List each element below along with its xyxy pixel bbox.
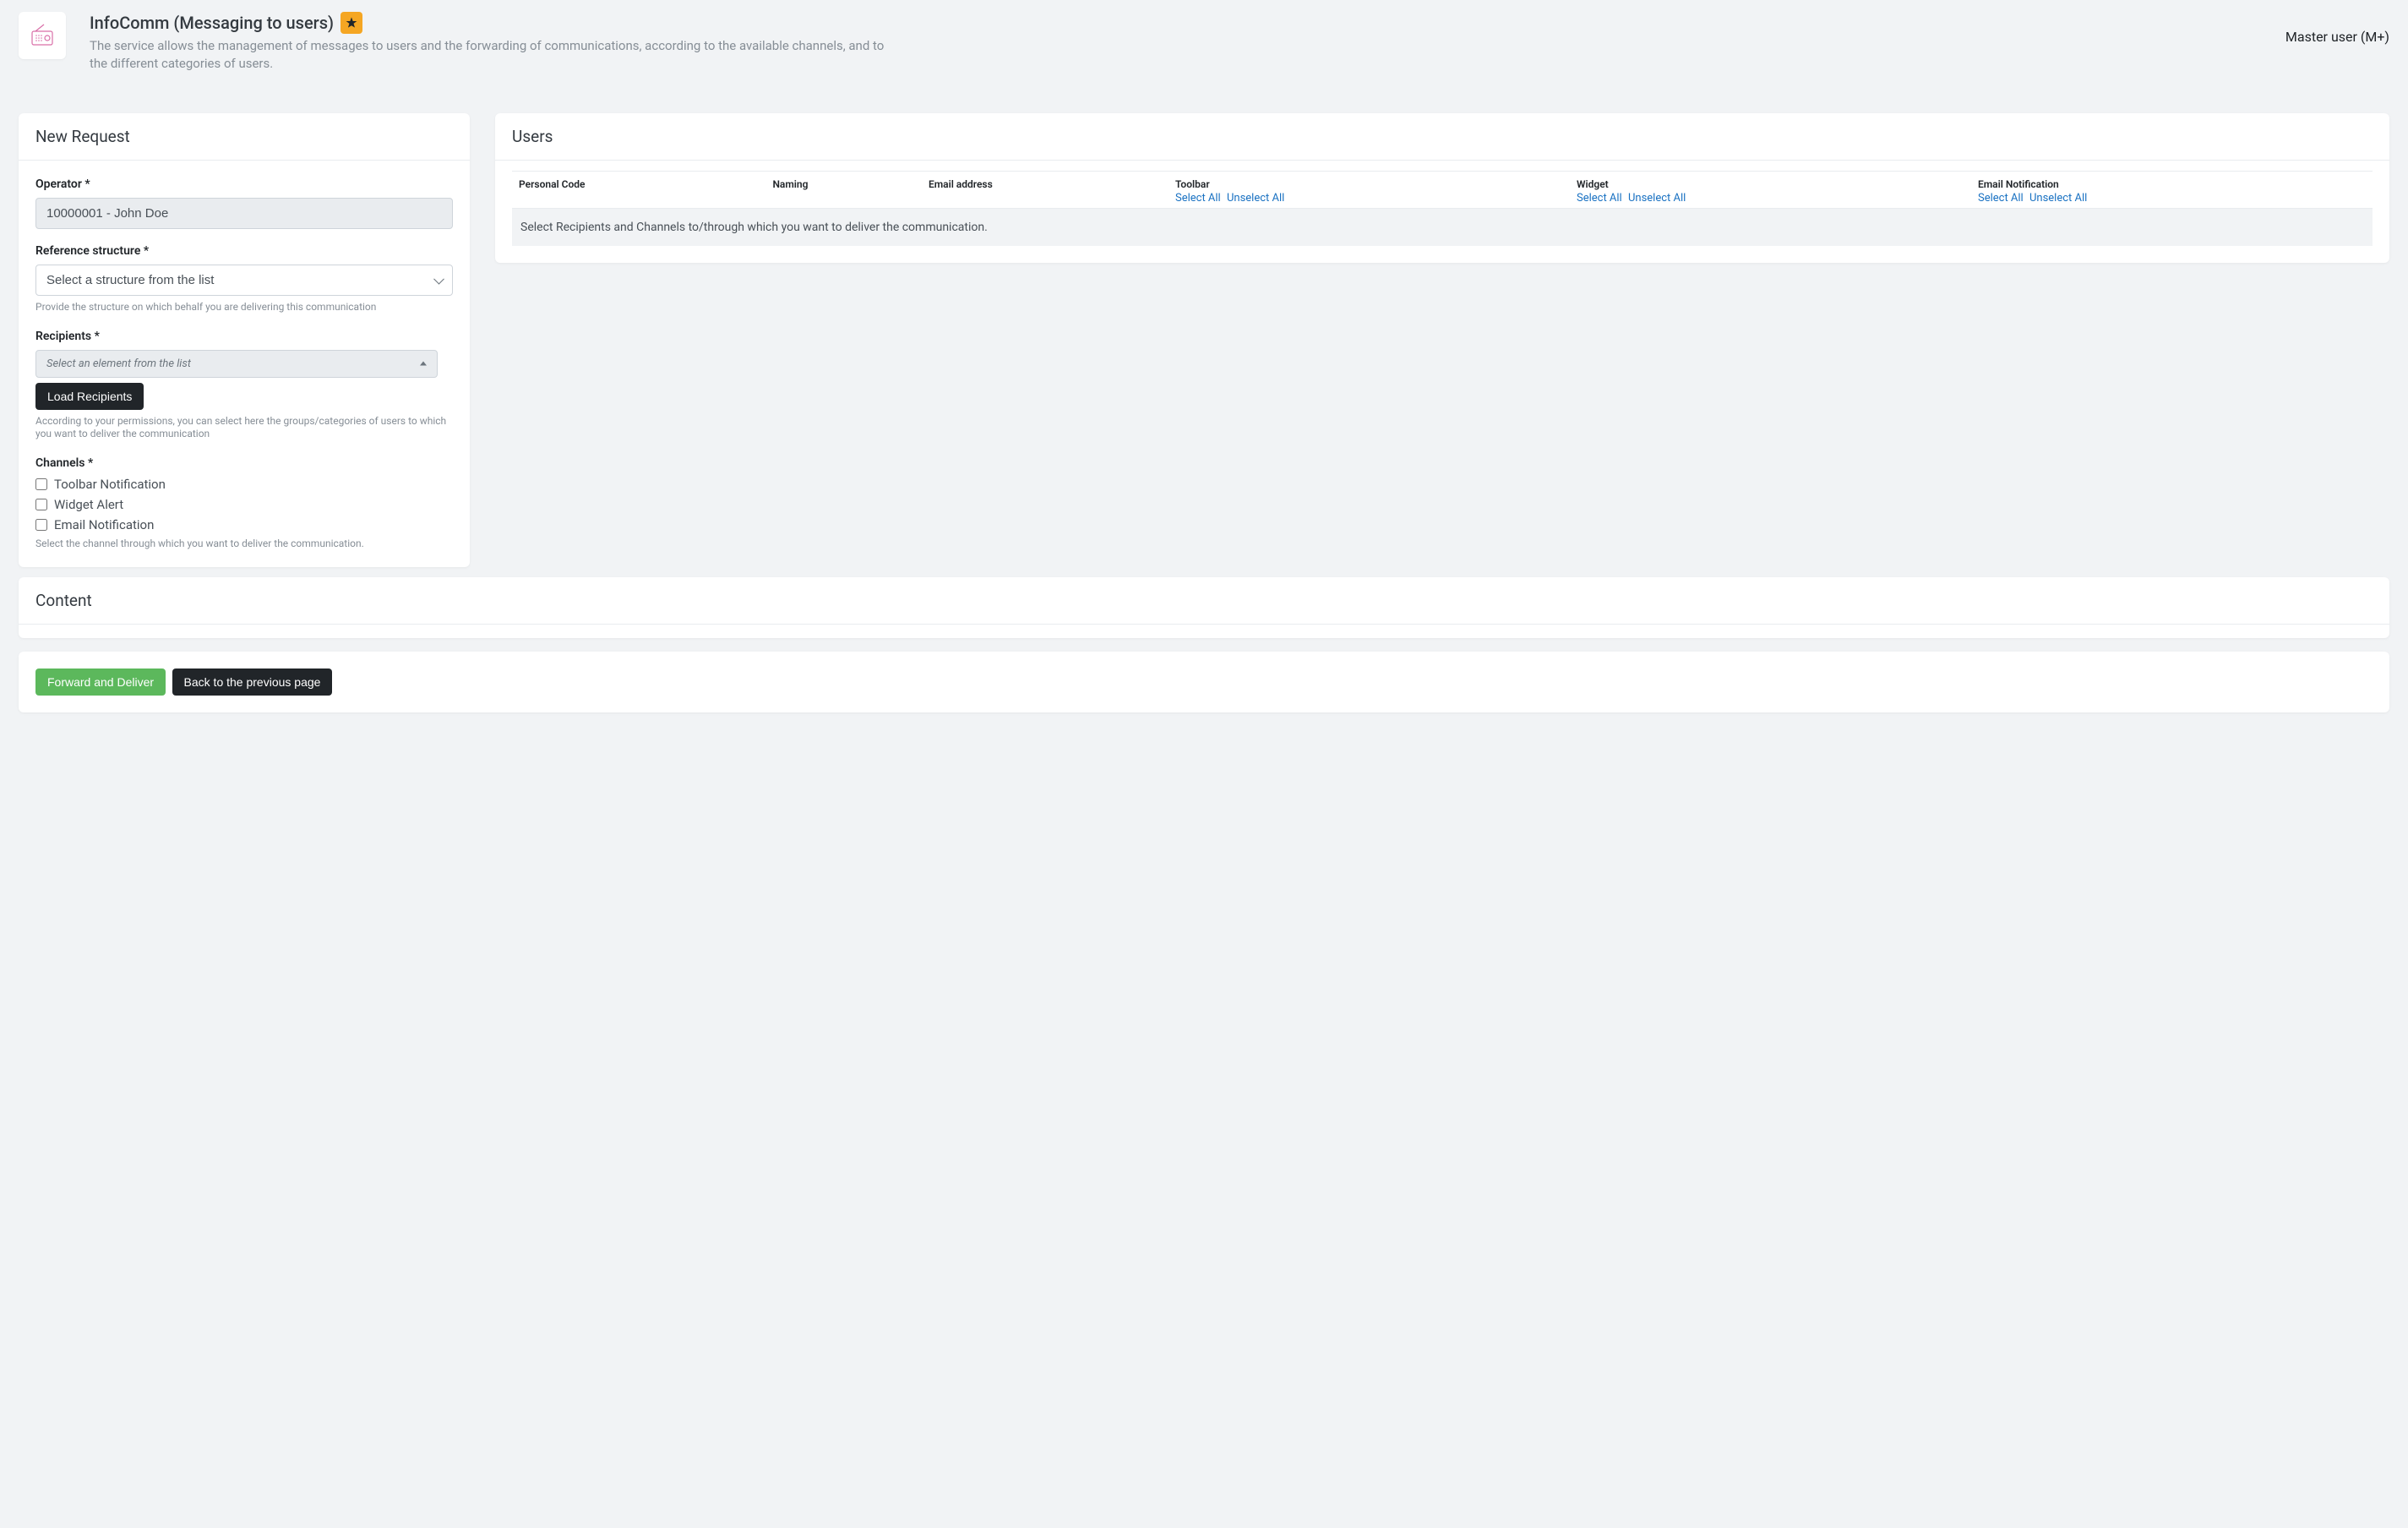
- content-title: Content: [19, 577, 2389, 625]
- email-select-all[interactable]: Select All: [1978, 192, 2024, 205]
- operator-input: [35, 198, 453, 229]
- channel-email-checkbox[interactable]: [35, 519, 47, 531]
- channel-toolbar-checkbox[interactable]: [35, 478, 47, 490]
- structure-label: Reference structure *: [35, 244, 453, 258]
- col-personal-code: Personal Code: [512, 172, 765, 209]
- app-description: The service allows the management of mes…: [90, 37, 901, 73]
- col-toolbar: Toolbar Select All Unselect All: [1169, 172, 1570, 209]
- channel-widget-label: Widget Alert: [54, 497, 123, 512]
- operator-label: Operator *: [35, 177, 453, 191]
- content-card: Content: [19, 577, 2389, 638]
- load-recipients-button[interactable]: Load Recipients: [35, 383, 144, 410]
- widget-select-all[interactable]: Select All: [1577, 192, 1622, 205]
- forward-deliver-button[interactable]: Forward and Deliver: [35, 668, 166, 696]
- page-header: InfoComm (Messaging to users) The servic…: [0, 0, 2408, 90]
- col-email: Email address: [922, 172, 1169, 209]
- recipients-help: According to your permissions, you can s…: [35, 415, 453, 441]
- app-title: InfoComm (Messaging to users): [90, 13, 334, 33]
- recipients-placeholder: Select an element from the list: [46, 357, 191, 370]
- channel-widget-checkbox[interactable]: [35, 499, 47, 510]
- recipients-label: Recipients *: [35, 330, 453, 343]
- star-icon: [345, 16, 358, 30]
- new-request-title: New Request: [19, 113, 470, 161]
- users-empty-message: Select Recipients and Channels to/throug…: [512, 208, 2373, 246]
- current-user-label: Master user (M+): [2285, 12, 2389, 45]
- users-table: Personal Code Naming Email address Toolb…: [512, 171, 2373, 208]
- radio-icon: [29, 22, 56, 49]
- users-title: Users: [495, 113, 2389, 161]
- back-button[interactable]: Back to the previous page: [172, 668, 333, 696]
- channel-toolbar-label: Toolbar Notification: [54, 477, 166, 492]
- header-main: InfoComm (Messaging to users) The servic…: [90, 12, 2262, 73]
- col-email-notif: Email Notification Select All Unselect A…: [1971, 172, 2373, 209]
- toolbar-select-all[interactable]: Select All: [1175, 192, 1221, 205]
- users-card: Users Personal Code Naming Email address…: [495, 113, 2389, 263]
- channel-email-label: Email Notification: [54, 517, 154, 532]
- structure-help: Provide the structure on which behalf yo…: [35, 301, 453, 314]
- new-request-card: New Request Operator * Reference structu…: [19, 113, 470, 567]
- favorite-star-badge[interactable]: [340, 12, 362, 34]
- channels-label: Channels *: [35, 456, 453, 470]
- channels-help: Select the channel through which you wan…: [35, 538, 453, 551]
- recipients-multiselect[interactable]: Select an element from the list: [35, 350, 438, 378]
- actions-card: Forward and Deliver Back to the previous…: [19, 652, 2389, 712]
- caret-up-icon: [420, 362, 427, 366]
- col-naming: Naming: [765, 172, 922, 209]
- app-icon: [19, 12, 66, 59]
- structure-select[interactable]: Select a structure from the list: [35, 265, 453, 296]
- email-unselect-all[interactable]: Unselect All: [2029, 192, 2087, 205]
- col-widget: Widget Select All Unselect All: [1570, 172, 1971, 209]
- widget-unselect-all[interactable]: Unselect All: [1628, 192, 1686, 205]
- toolbar-unselect-all[interactable]: Unselect All: [1227, 192, 1284, 205]
